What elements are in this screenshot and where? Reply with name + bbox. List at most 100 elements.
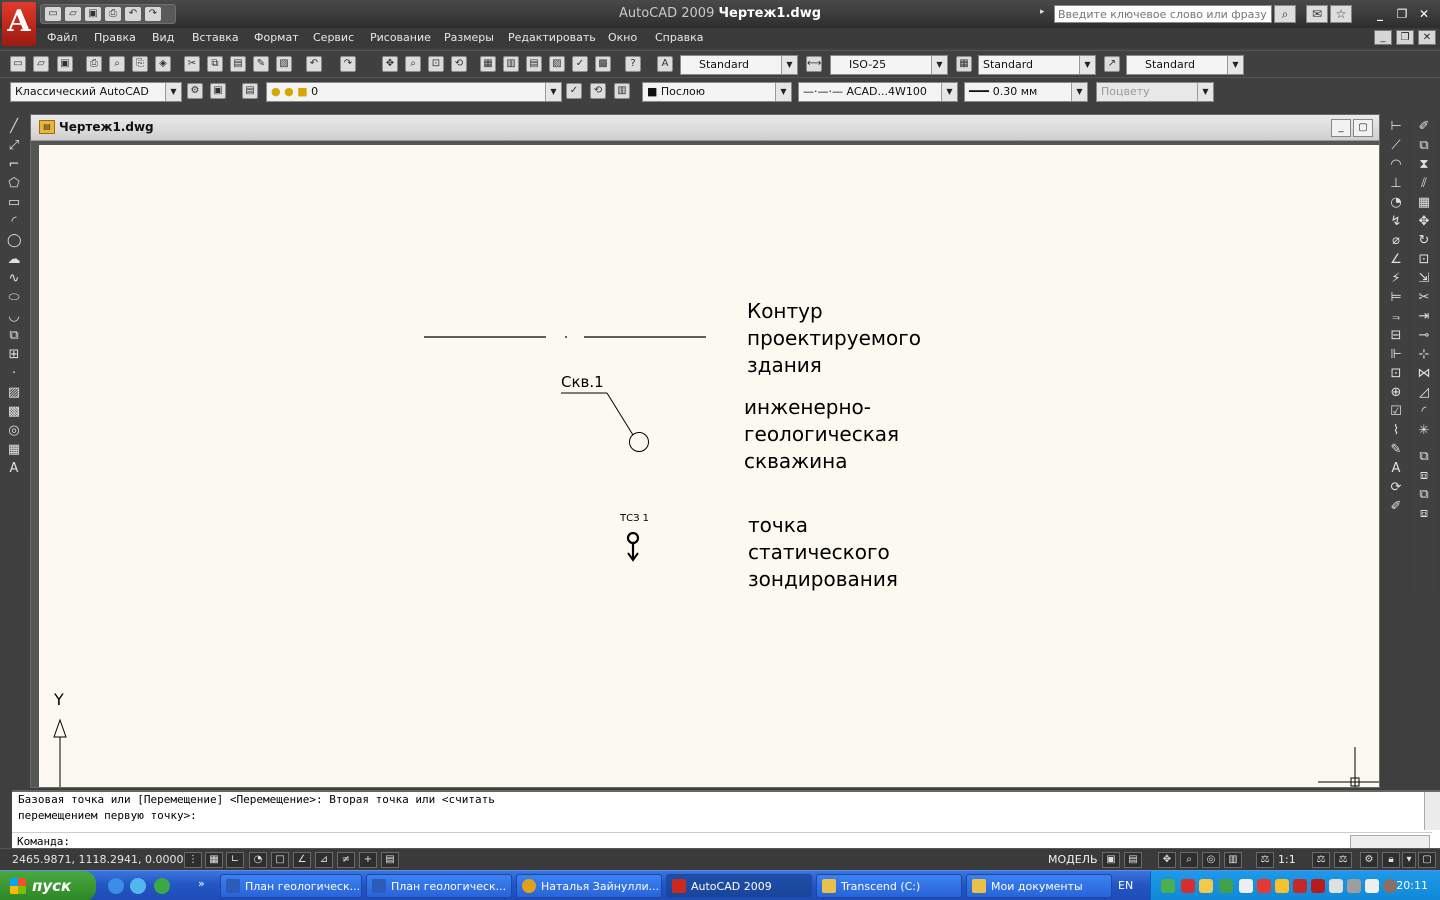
tray-app-icon[interactable]: [1181, 879, 1195, 893]
ie-icon[interactable]: [108, 878, 124, 894]
linear-dim-icon[interactable]: ⊢: [1388, 119, 1404, 135]
ordinate-dim-icon[interactable]: ⊥: [1388, 176, 1404, 192]
stretch-icon[interactable]: ⇲: [1416, 271, 1432, 287]
dim-style-select[interactable]: ISO-25 ▼: [830, 55, 948, 75]
make-block-icon[interactable]: ⊞: [6, 347, 22, 363]
borehole-label[interactable]: Скв.1: [561, 373, 604, 391]
menu-file[interactable]: Файл: [47, 31, 77, 44]
angular-dim-icon[interactable]: ∠: [1388, 252, 1404, 268]
zoom-status-icon[interactable]: ⌕: [1180, 852, 1198, 868]
menu-edit[interactable]: Правка: [94, 31, 136, 44]
tray-app-icon[interactable]: [1219, 879, 1233, 893]
copy-icon[interactable]: ⧉: [207, 56, 223, 72]
communication-center-icon[interactable]: ✉: [1306, 5, 1328, 23]
clean-screen-icon[interactable]: ▢: [1418, 852, 1436, 868]
mleader-style-icon[interactable]: ↗: [1104, 56, 1120, 72]
menu-window[interactable]: Окно: [608, 31, 637, 44]
save-file-icon[interactable]: ▣: [57, 56, 73, 72]
chamfer-icon[interactable]: ◿: [1416, 385, 1432, 401]
doc-minimize-icon[interactable]: _: [1374, 30, 1392, 45]
keyboard-icon[interactable]: [1347, 879, 1361, 893]
speaker-icon[interactable]: [1293, 879, 1307, 893]
new-icon[interactable]: ▭: [45, 7, 61, 21]
baseline-dim-icon[interactable]: ⊨: [1388, 290, 1404, 306]
lineweight-toggle-icon[interactable]: +: [359, 852, 377, 868]
tray-app-icon[interactable]: [1311, 879, 1325, 893]
polygon-icon[interactable]: ⬠: [6, 176, 22, 192]
print-icon[interactable]: ⎙: [105, 7, 121, 21]
ortho-icon[interactable]: ∟: [226, 852, 244, 868]
mleader-style-select[interactable]: Standard ▼: [1126, 55, 1244, 75]
insert-block-icon[interactable]: ⧉: [6, 328, 22, 344]
layer-manager-icon[interactable]: ▤: [242, 83, 258, 99]
command-history-scrollbar[interactable]: [1424, 792, 1440, 830]
sheet-set-icon[interactable]: ▨: [549, 56, 565, 72]
zoom-window-icon[interactable]: ⊡: [428, 56, 444, 72]
menu-dimension[interactable]: Размеры: [444, 31, 494, 44]
grid-icon[interactable]: ▦: [205, 852, 223, 868]
ellipse-arc-icon[interactable]: ◡: [6, 309, 22, 325]
diameter-dim-icon[interactable]: ⌀: [1388, 233, 1404, 249]
aligned-dim-icon[interactable]: ⟋: [1388, 138, 1404, 154]
paste-icon[interactable]: ▤: [230, 56, 246, 72]
revision-cloud-icon[interactable]: ☁: [6, 252, 22, 268]
dim-text-edit-icon[interactable]: A: [1388, 461, 1404, 477]
quickcalc-icon[interactable]: ▩: [595, 56, 611, 72]
annotation-scale-icon[interactable]: ⚖: [1256, 852, 1274, 868]
dim-break-icon[interactable]: ⊩: [1388, 347, 1404, 363]
search-input[interactable]: [1054, 5, 1272, 23]
center-mark-icon[interactable]: ⊕: [1388, 385, 1404, 401]
toolbar-lock-icon[interactable]: 🔒︎: [1382, 852, 1400, 868]
status-menu-icon[interactable]: ▾: [1402, 852, 1416, 868]
polar-tracking-icon[interactable]: ◔: [249, 852, 267, 868]
layer-select[interactable]: ● ● ■ 0 ▼: [266, 82, 562, 102]
open-file-icon[interactable]: ▱: [33, 56, 49, 72]
menu-format[interactable]: Формат: [254, 31, 299, 44]
workspace-settings-icon[interactable]: ⚙: [187, 83, 203, 99]
save-icon[interactable]: ▣: [85, 7, 101, 21]
undo-icon[interactable]: ↶: [125, 7, 141, 21]
jogged-dim-icon[interactable]: ↯: [1388, 214, 1404, 230]
design-center-icon[interactable]: ▥: [503, 56, 519, 72]
sounding-symbol[interactable]: [626, 531, 640, 562]
line-icon[interactable]: ╱: [6, 119, 22, 135]
draw-order-back-icon[interactable]: ⧈: [1416, 468, 1432, 484]
quick-view-layouts-icon[interactable]: ▣: [1102, 852, 1120, 868]
rectangle-icon[interactable]: ▭: [6, 195, 22, 211]
draw-order-above-icon[interactable]: ⧉: [1416, 487, 1432, 503]
quicklaunch-more-icon[interactable]: »: [198, 877, 205, 890]
array-icon[interactable]: ▦: [1416, 195, 1432, 211]
qnew-icon[interactable]: ▭: [10, 56, 26, 72]
quick-properties-icon[interactable]: ▤: [381, 852, 399, 868]
tray-app-icon[interactable]: [1161, 879, 1175, 893]
text-style-select[interactable]: Standard ▼: [680, 55, 798, 75]
plot-preview-icon[interactable]: ⌕: [109, 56, 125, 72]
quick-view-drawings-icon[interactable]: ▤: [1124, 852, 1142, 868]
workspace-select[interactable]: Классический AutoCAD ▼: [10, 82, 182, 102]
undo-toolbar-icon[interactable]: ↶: [306, 56, 322, 72]
start-button[interactable]: пуск: [0, 871, 96, 900]
match-properties-icon[interactable]: ✎: [253, 56, 269, 72]
drawing-horizontal-scrollbar[interactable]: [1350, 835, 1430, 849]
drawing-canvas[interactable]: Контур проектируемого здания инженерно- …: [39, 145, 1379, 787]
zoom-realtime-icon[interactable]: ⌕: [405, 56, 421, 72]
tray-app-icon[interactable]: [1383, 879, 1397, 893]
clock[interactable]: 20:11: [1396, 879, 1428, 892]
help-icon[interactable]: ?: [625, 56, 641, 72]
text-style-icon[interactable]: A: [657, 56, 673, 72]
cut-icon[interactable]: ✂: [184, 56, 200, 72]
coordinates-readout[interactable]: 2465.9871, 1118.2941, 0.0000: [12, 853, 183, 866]
break-icon[interactable]: ⊹: [1416, 347, 1432, 363]
copy-object-icon[interactable]: ⧉: [1416, 138, 1432, 154]
task-button[interactable]: Наталья Зайнулли...: [516, 874, 662, 898]
arc-length-icon[interactable]: ◠: [1388, 157, 1404, 173]
scale-icon[interactable]: ⊡: [1416, 252, 1432, 268]
search-expand-icon[interactable]: ▸: [1040, 7, 1045, 17]
redo-toolbar-icon[interactable]: ↷: [340, 56, 356, 72]
steering-wheel-icon[interactable]: ◎: [1202, 852, 1220, 868]
autocad-logo-icon[interactable]: A: [2, 2, 36, 46]
torrent-icon[interactable]: [154, 878, 170, 894]
task-button[interactable]: План геологическ...: [366, 874, 512, 898]
maximize-icon[interactable]: ❐: [1392, 6, 1412, 22]
favorites-star-icon[interactable]: ☆: [1330, 5, 1352, 23]
